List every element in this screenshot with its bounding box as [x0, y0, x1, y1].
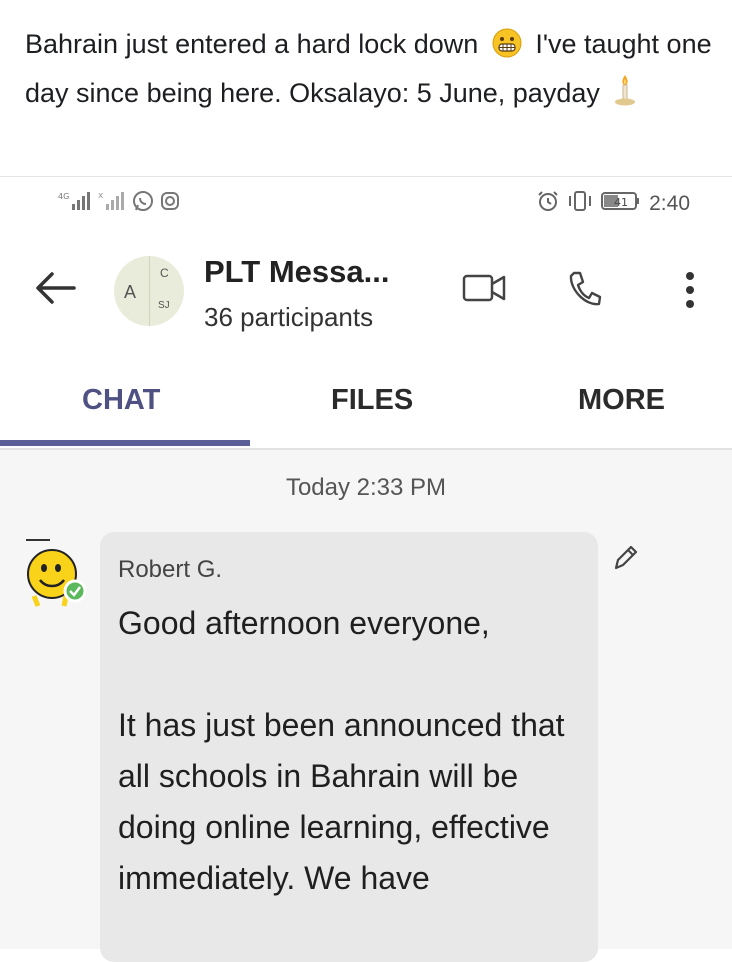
avatar-letter-a: A	[124, 282, 137, 302]
sender-avatar[interactable]	[20, 534, 90, 614]
more-options-icon[interactable]	[684, 270, 696, 315]
message-text: Good afternoon everyone, It has just bee…	[118, 605, 565, 896]
message-bubble[interactable]: Robert G. Good afternoon everyone, It ha…	[100, 532, 598, 962]
video-call-icon[interactable]	[462, 272, 508, 309]
active-tab-indicator	[0, 440, 250, 446]
caption-text-part1: Bahrain just entered a hard lock down	[25, 29, 479, 59]
instagram-icon	[160, 191, 180, 217]
svg-text:x: x	[98, 191, 104, 201]
battery-icon: 41	[601, 191, 641, 217]
avatar-letter-c: C	[160, 266, 169, 280]
tab-bar: CHAT FILES MORE	[0, 378, 732, 450]
post-divider	[0, 176, 732, 177]
signal-icon: x	[98, 190, 126, 218]
tab-chat[interactable]: CHAT	[82, 384, 160, 417]
edit-pencil-icon[interactable]	[612, 542, 638, 577]
avatar-divider	[149, 256, 150, 326]
vibrate-icon	[567, 190, 593, 218]
alarm-icon	[537, 190, 559, 218]
back-arrow-icon[interactable]	[30, 266, 80, 310]
group-avatar[interactable]: A C SJ	[114, 256, 184, 326]
svg-text:4G: 4G	[58, 192, 69, 201]
candle-emoji-icon	[613, 73, 637, 120]
avatar-letter-sj: SJ	[158, 300, 170, 311]
grimacing-face-emoji-icon	[492, 27, 522, 71]
post-caption: Bahrain just entered a hard lock down I'…	[25, 22, 715, 120]
participant-count[interactable]: 36 participants	[204, 302, 373, 333]
whatsapp-icon	[132, 190, 154, 218]
status-time: 2:40	[649, 192, 690, 215]
chat-header: A C SJ PLT Messa... 36 participants	[0, 238, 732, 348]
tab-files[interactable]: FILES	[331, 384, 413, 417]
status-bar: 4G x 41 2:40	[0, 186, 732, 222]
chat-title[interactable]: PLT Messa...	[204, 254, 390, 290]
phone-call-icon[interactable]	[566, 270, 602, 315]
conversation-pane[interactable]: Today 2:33 PM Robert G. Good afternoon e…	[0, 450, 732, 962]
date-separator: Today 2:33 PM	[285, 474, 447, 501]
tab-more[interactable]: MORE	[578, 384, 665, 417]
battery-level: 41	[614, 196, 628, 209]
4g-signal-icon: 4G	[58, 190, 92, 218]
message-sender: Robert G.	[118, 556, 223, 583]
